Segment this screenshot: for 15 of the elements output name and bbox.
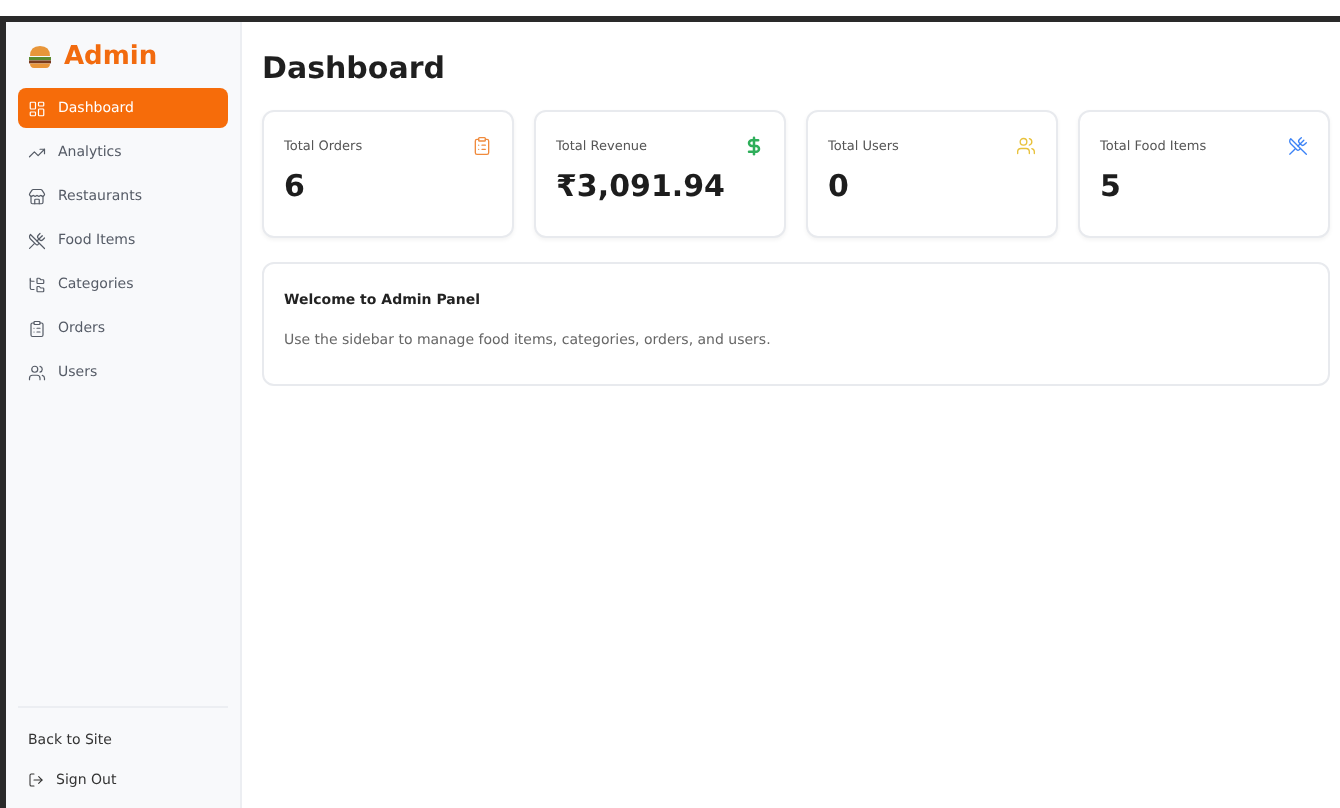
sign-out-icon	[28, 772, 44, 788]
users-icon	[28, 363, 46, 381]
brand-title: Admin	[64, 42, 158, 72]
stat-value: 5	[1100, 168, 1123, 204]
utensils-icon	[28, 231, 46, 249]
stat-value: 6	[284, 168, 307, 204]
trending-up-icon	[28, 143, 46, 161]
stat-value: 0	[828, 168, 851, 204]
stat-value: ₹3,091.94	[556, 168, 727, 204]
dashboard-icon	[28, 99, 46, 117]
page-title: Dashboard	[262, 50, 447, 86]
folder-tree-icon	[28, 275, 46, 293]
store-icon	[28, 187, 46, 205]
clipboard-icon	[28, 319, 46, 337]
burger-icon	[28, 46, 52, 68]
